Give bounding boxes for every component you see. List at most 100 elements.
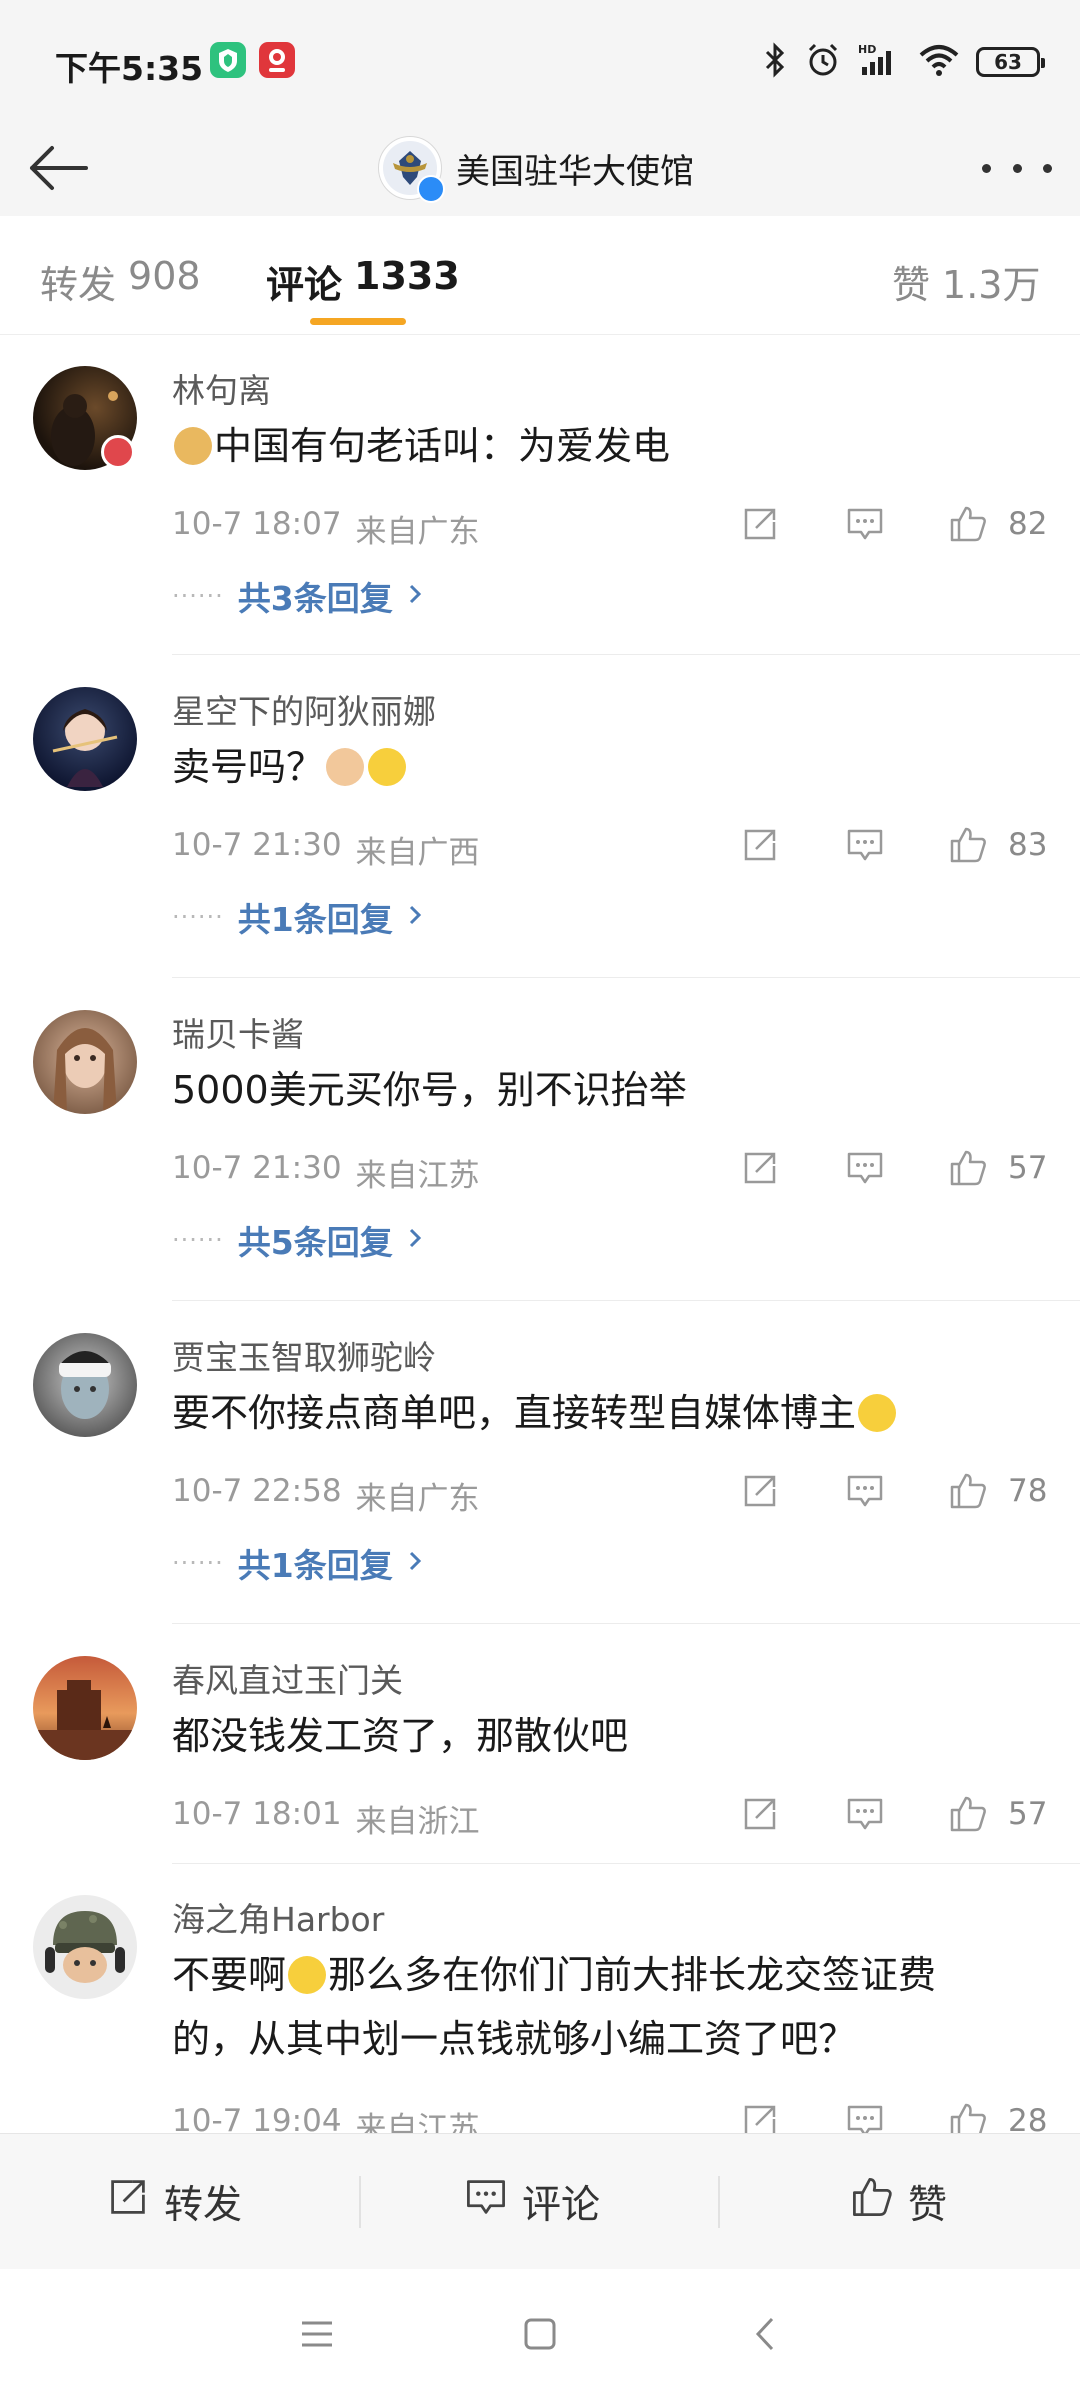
share-icon[interactable]	[740, 1148, 780, 1188]
replies-dots: ······	[172, 1226, 224, 1254]
tab-bar: 转发 908 评论 1333 赞 1.3万	[0, 216, 1080, 335]
like-count: 78	[1008, 1473, 1048, 1509]
comment-meta: 10-7 21:30 来自广西	[172, 827, 480, 872]
comment-location: 来自广东	[355, 514, 480, 550]
comment-date: 10-7 22:58	[172, 1473, 342, 1509]
tab-likes[interactable]: 赞 1.3万	[892, 254, 1040, 309]
username[interactable]: 海之角Harbor	[172, 1893, 384, 1941]
comment-date: 10-7 18:01	[172, 1796, 342, 1832]
chevron-right-icon	[407, 1226, 423, 1254]
share-icon[interactable]	[740, 1794, 780, 1834]
comment-text: 5000美元买你号，别不识抬举	[172, 1058, 1022, 1122]
replies-link[interactable]: ······ 共5条回复	[172, 1216, 423, 1264]
back-icon[interactable]	[744, 2311, 790, 2357]
comment-text-line2: 的，从其中划一点钱就够小编工资了吧？	[172, 2017, 857, 2061]
comment-location: 来自江苏	[355, 1158, 480, 1194]
reply-icon[interactable]	[845, 1471, 885, 1511]
like-count: 83	[1008, 827, 1048, 863]
avatar[interactable]	[33, 1895, 137, 1999]
username[interactable]: 贾宝玉智取狮驼岭	[172, 1331, 436, 1379]
share-icon[interactable]	[740, 825, 780, 865]
green-shield-app-icon	[210, 42, 246, 78]
like-button[interactable]: 赞	[850, 2134, 947, 2270]
comment-icon	[464, 2175, 508, 2229]
wifi-icon	[918, 41, 960, 83]
like-count: 82	[1008, 506, 1048, 542]
divider	[172, 1623, 1080, 1624]
reply-icon[interactable]	[845, 1794, 885, 1834]
comment-text: 不要啊 那么多在你们门前大排长龙交签证费 的，从其中划一点钱就够小编工资了吧？	[172, 1943, 1022, 2071]
comment-text: 都没钱发工资了，那散伙吧	[172, 1704, 1022, 1768]
comment-date: 10-7 18:07	[172, 506, 342, 542]
comment-text-content: 卖号吗？	[172, 745, 325, 789]
tab-repost[interactable]: 转发 908	[40, 254, 201, 309]
username[interactable]: 林句离	[172, 364, 271, 412]
replies-count[interactable]: 共1条回复	[238, 893, 393, 941]
replies-link[interactable]: ······ 共1条回复	[172, 893, 423, 941]
chevron-right-icon	[407, 582, 423, 610]
menu-icon[interactable]	[294, 2311, 340, 2357]
account-avatar[interactable]	[378, 136, 445, 203]
comment-text: 卖号吗？	[172, 735, 1022, 799]
wink-emoji-icon	[858, 1394, 897, 1432]
reply-icon[interactable]	[845, 504, 885, 544]
replies-link[interactable]: ······ 共3条回复	[172, 572, 423, 620]
home-icon[interactable]	[517, 2311, 563, 2357]
repost-label: 转发	[164, 2183, 243, 2228]
cat-emoji-icon	[326, 748, 365, 786]
tab-comments[interactable]: 评论 1333	[266, 254, 460, 309]
like-icon[interactable]	[948, 504, 988, 544]
battery-icon: 63	[976, 47, 1045, 77]
comment-meta: 10-7 21:30 来自江苏	[172, 1150, 480, 1195]
comment-label: 评论	[522, 2183, 601, 2228]
more-dots-icon[interactable]	[982, 150, 1052, 186]
repost-button[interactable]: 转发	[106, 2134, 242, 2270]
tab-label: 赞	[892, 263, 931, 307]
like-icon	[850, 2175, 894, 2229]
bottom-action-bar: 转发 评论 赞	[0, 2133, 1080, 2270]
avatar[interactable]	[33, 1333, 137, 1437]
divider	[718, 2176, 720, 2228]
like-icon[interactable]	[948, 1148, 988, 1188]
like-count: 57	[1008, 1796, 1048, 1832]
like-icon[interactable]	[948, 1471, 988, 1511]
username[interactable]: 星空下的阿狄丽娜	[172, 685, 436, 733]
divider	[359, 2176, 361, 2228]
like-label: 赞	[908, 2183, 948, 2228]
active-tab-indicator	[310, 318, 406, 325]
replies-link[interactable]: ······ 共1条回复	[172, 1539, 423, 1587]
comment-button[interactable]: 评论	[464, 2134, 600, 2270]
divider	[172, 1300, 1080, 1301]
tab-label: 评论	[266, 263, 343, 307]
tab-count: 1.3万	[942, 263, 1041, 307]
comment-text-content: 中国有句老话叫：为爱发电	[214, 424, 671, 468]
divider	[172, 654, 1080, 655]
comment-text-line1b: 那么多在你们门前大排长龙交签证费	[328, 1953, 937, 1997]
avatar[interactable]	[33, 1010, 137, 1114]
comment-text-line1: 不要啊	[172, 1953, 287, 1997]
like-icon[interactable]	[948, 1794, 988, 1834]
battery-level: 63	[994, 50, 1022, 74]
badge-icon	[101, 435, 135, 469]
username[interactable]: 瑞贝卡酱	[172, 1008, 304, 1056]
comment-meta: 10-7 22:58 来自广东	[172, 1473, 480, 1518]
avatar[interactable]	[33, 687, 137, 791]
share-icon[interactable]	[740, 1471, 780, 1511]
avatar[interactable]	[33, 1656, 137, 1760]
comment-text-content: 5000美元买你号，别不识抬举	[172, 1068, 687, 1112]
comment-meta: 10-7 18:01 来自浙江	[172, 1796, 480, 1841]
like-icon[interactable]	[948, 825, 988, 865]
status-time: 下午5:35	[55, 49, 204, 88]
reply-icon[interactable]	[845, 1148, 885, 1188]
comment-date: 10-7 21:30	[172, 827, 342, 863]
share-icon[interactable]	[740, 504, 780, 544]
username[interactable]: 春风直过玉门关	[172, 1654, 403, 1702]
reply-icon[interactable]	[845, 825, 885, 865]
comment-location: 来自广东	[355, 1481, 480, 1517]
replies-count[interactable]: 共3条回复	[238, 572, 393, 620]
account-header[interactable]: 美国驻华大使馆	[378, 126, 694, 210]
replies-count[interactable]: 共1条回复	[238, 1539, 393, 1587]
replies-count[interactable]: 共5条回复	[238, 1216, 393, 1264]
comment-text: 中国有句老话叫：为爱发电	[172, 414, 1022, 478]
back-arrow-icon[interactable]	[22, 130, 98, 206]
